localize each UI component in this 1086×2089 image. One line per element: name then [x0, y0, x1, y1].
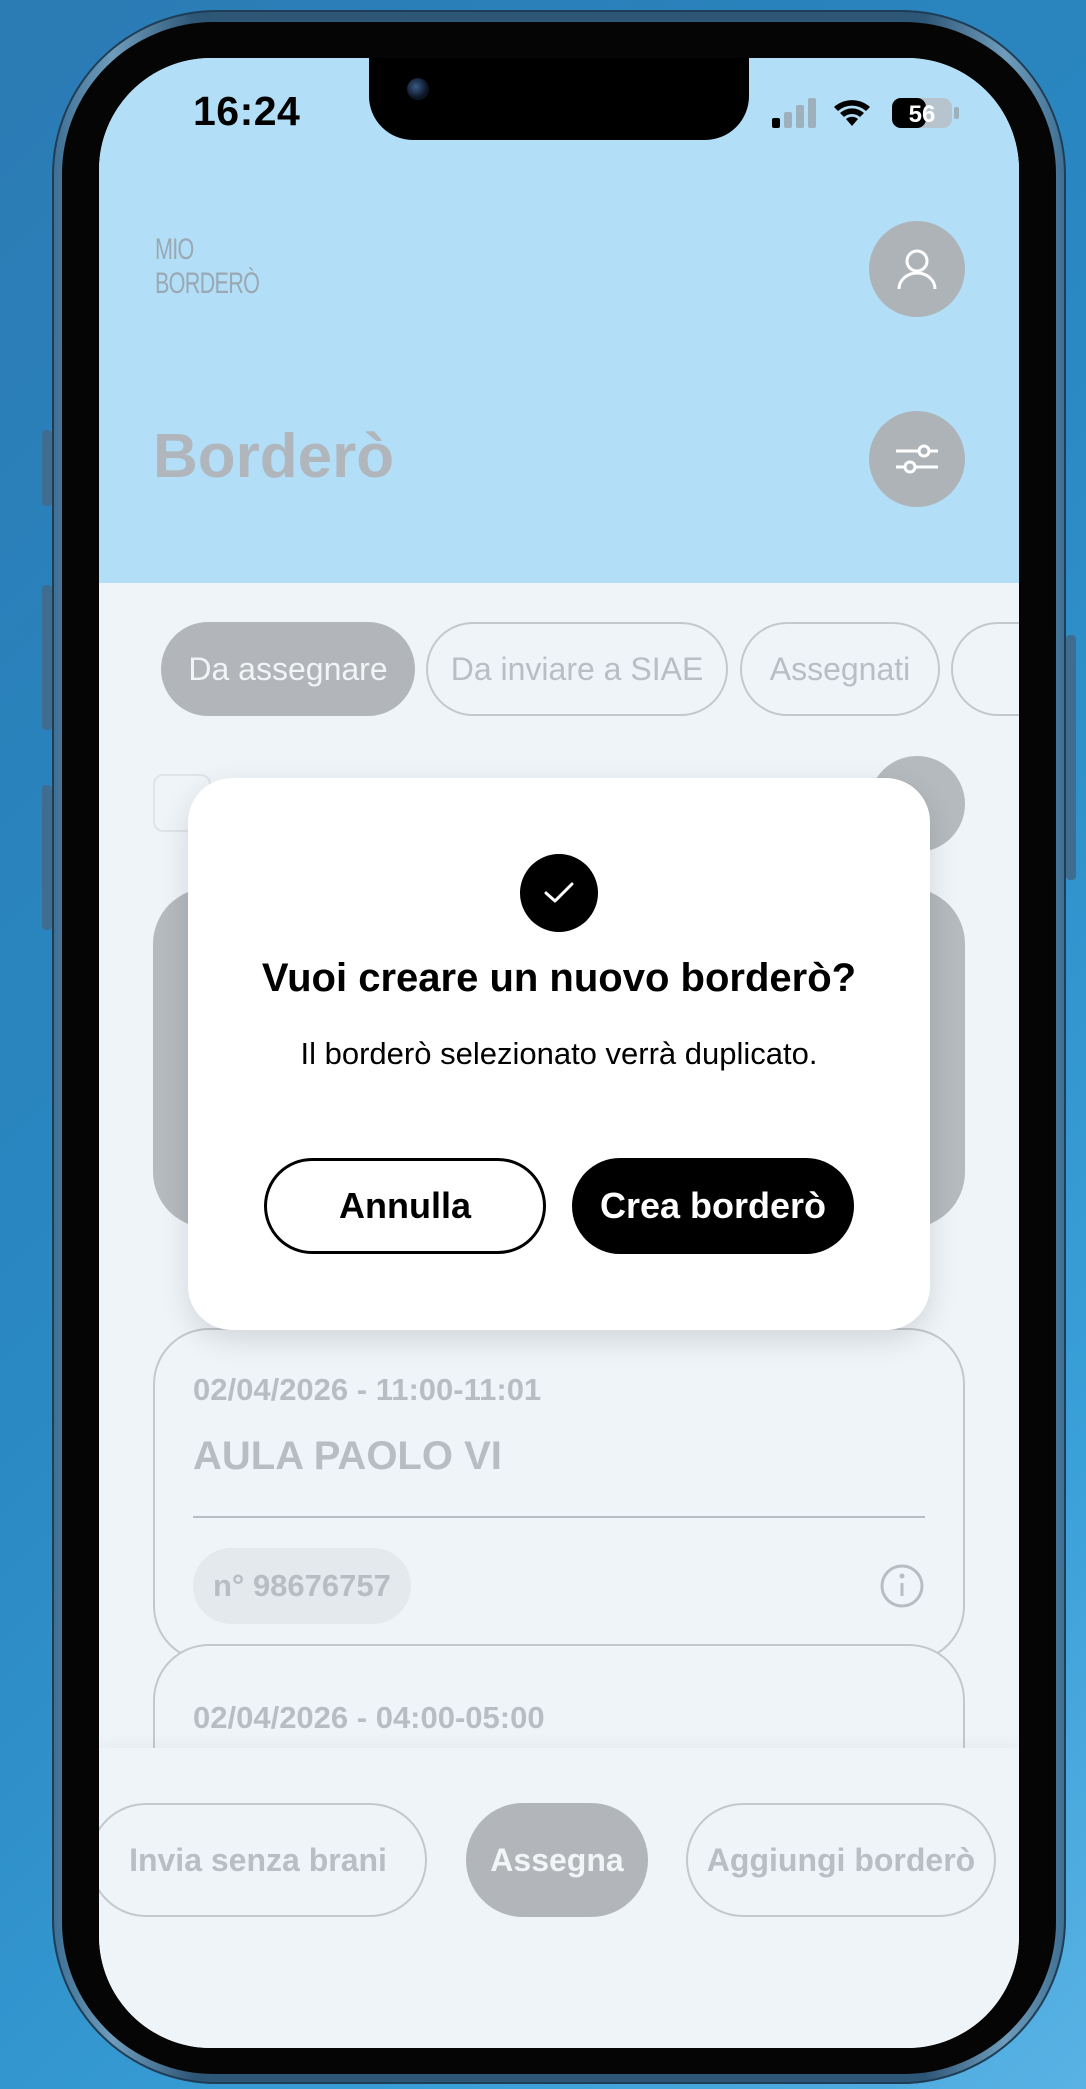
- filter-sliders-icon: [896, 444, 938, 474]
- logo-line-2: BORDERÒ: [155, 267, 260, 300]
- send-without-tracks-button[interactable]: Invia senza brani: [99, 1803, 427, 1917]
- dialog-title: Vuoi creare un nuovo borderò?: [261, 956, 857, 1000]
- front-camera: [407, 78, 429, 100]
- create-bordero-button[interactable]: Crea borderò: [572, 1158, 854, 1254]
- cancel-button[interactable]: Annulla: [264, 1158, 546, 1254]
- tab-da-assegnare[interactable]: Da assegnare: [161, 622, 415, 716]
- page-title: Borderò: [153, 422, 395, 491]
- info-icon[interactable]: [879, 1563, 925, 1609]
- card-place: AULA PAOLO VI: [193, 1434, 502, 1478]
- card-number-badge: n° 98676757: [193, 1548, 411, 1624]
- profile-button[interactable]: [869, 221, 965, 317]
- battery-icon: 56: [892, 98, 959, 128]
- app-logo: MIO BORDERÒ: [155, 233, 260, 301]
- list-item[interactable]: 02/04/2026 - 11:00-11:01 AULA PAOLO VI n…: [153, 1328, 965, 1662]
- tab-more[interactable]: [951, 622, 1019, 716]
- tab-da-inviare-siae[interactable]: Da inviare a SIAE: [426, 622, 728, 716]
- status-time: 16:24: [193, 88, 301, 134]
- add-bordero-button[interactable]: Aggiungi borderò: [686, 1803, 996, 1917]
- card-date: 02/04/2026 - 04:00-05:00: [193, 1700, 545, 1735]
- app-screen: 16:24 56 MIO BORDERÒ Borderò Da assegnar…: [99, 58, 1019, 2048]
- signal-icon: [772, 98, 816, 128]
- volume-up-button: [42, 585, 52, 730]
- check-icon: [520, 854, 598, 932]
- dynamic-island: [369, 58, 749, 140]
- confirm-dialog: Vuoi creare un nuovo borderò? Il borderò…: [188, 778, 930, 1330]
- user-icon: [897, 249, 937, 290]
- logo-line-1: MIO: [155, 233, 194, 266]
- power-button: [1066, 635, 1076, 880]
- filter-button[interactable]: [869, 411, 965, 507]
- dialog-message: Il borderò selezionato verrà duplicato.: [300, 1036, 818, 1071]
- battery-level: 56: [909, 101, 936, 128]
- action-button: [42, 430, 52, 506]
- card-date: 02/04/2026 - 11:00-11:01: [193, 1372, 542, 1407]
- assign-button[interactable]: Assegna: [466, 1803, 648, 1917]
- wifi-icon: [834, 100, 870, 126]
- card-divider: [193, 1516, 925, 1518]
- tab-assegnati[interactable]: Assegnati: [740, 622, 940, 716]
- status-icons: 56: [772, 98, 959, 128]
- volume-down-button: [42, 785, 52, 930]
